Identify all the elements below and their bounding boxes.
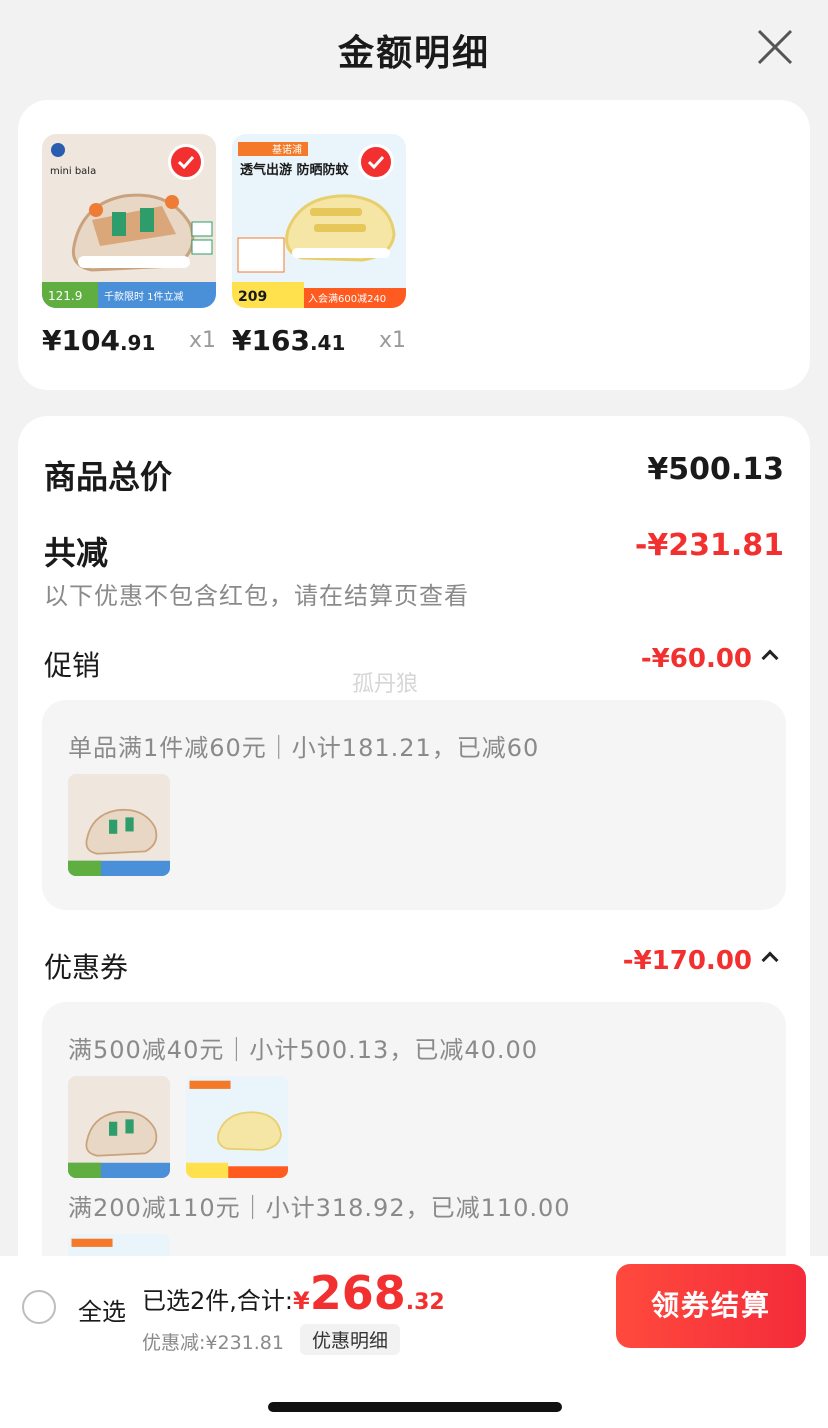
- product-price: ¥163.41: [232, 324, 346, 357]
- discount-detail-button[interactable]: 优惠明细: [300, 1324, 401, 1355]
- watermark: 孤丹狼: [352, 672, 419, 697]
- discount-total: 优惠减:¥231.81: [142, 1332, 284, 1354]
- coupon-rule: 满200减110元｜小计318.92，已减110.00: [68, 1194, 571, 1222]
- home-indicator[interactable]: [268, 1402, 562, 1412]
- product-qty: x1: [188, 328, 216, 353]
- selected-check-icon[interactable]: [358, 144, 394, 180]
- total-amount: 268: [309, 1266, 406, 1320]
- promotion-rule: 单品满1件减60元｜小计181.21，已减60: [68, 734, 540, 762]
- svg-text:入会满600减240: 入会满600减240: [308, 292, 386, 305]
- coupon-value: -¥170.00: [622, 946, 752, 976]
- total-label: 商品总价: [44, 458, 173, 496]
- safe-area: [0, 1356, 828, 1428]
- product-image: 121.9 千款限时 1件立减 mini bala: [42, 134, 216, 308]
- total-row: 商品总价 ¥500.13: [44, 452, 784, 496]
- product-image: 基诺浦 透气出游 防晒防蚊 209 入会满600减240: [232, 134, 406, 308]
- page-title: 金额明细: [337, 33, 490, 74]
- product-qty: x1: [378, 328, 406, 353]
- badge-price: 209: [238, 289, 267, 305]
- promotion-detail-box: 单品满1件减60元｜小计181.21，已减60: [42, 700, 786, 910]
- total-summary: 已选2件,合计:¥268.32: [142, 1266, 445, 1320]
- close-icon[interactable]: [756, 28, 794, 66]
- total-value: ¥500.13: [647, 452, 784, 487]
- checkout-bar: 全选 已选2件,合计:¥268.32 优惠减:¥231.81 优惠明细 领券结算: [0, 1256, 828, 1356]
- product-list-card: 121.9 千款限时 1件立减 mini bala ¥104.91 x1 基诺浦…: [18, 100, 810, 390]
- checkout-button[interactable]: 领券结算: [616, 1264, 806, 1348]
- discount-value: -¥231.81: [634, 528, 784, 563]
- discount-label: 共减: [44, 534, 109, 572]
- product-thumbnail: [186, 1076, 288, 1178]
- promotion-label: 促销: [44, 649, 101, 682]
- selected-count: 已选2件,合计:: [142, 1287, 293, 1315]
- product-item[interactable]: 基诺浦 透气出游 防晒防蚊 209 入会满600减240 ¥163.41 x1: [232, 134, 406, 357]
- product-thumbnail: [68, 774, 170, 876]
- product-item[interactable]: 121.9 千款限时 1件立减 mini bala ¥104.91 x1: [42, 134, 216, 357]
- select-all-label[interactable]: 全选: [78, 1292, 126, 1327]
- price-detail-card: 商品总价 ¥500.13 共减 -¥231.81 以下优惠不包含红包，请在结算页…: [18, 416, 810, 1316]
- product-price: ¥104.91: [42, 324, 156, 357]
- modal-header: 金额明细: [0, 0, 828, 96]
- discount-note: 以下优惠不包含红包，请在结算页查看: [44, 582, 469, 610]
- coupon-rule: 满500减40元｜小计500.13，已减40.00: [68, 1036, 539, 1064]
- discount-row: 共减 -¥231.81: [44, 528, 784, 572]
- svg-text:基诺浦: 基诺浦: [272, 143, 302, 156]
- product-thumbnail: [68, 1076, 170, 1178]
- selected-check-icon[interactable]: [168, 144, 204, 180]
- select-all-radio[interactable]: [22, 1290, 56, 1324]
- coupon-row[interactable]: 优惠券 -¥170.00: [44, 946, 784, 984]
- svg-text:mini bala: mini bala: [50, 166, 96, 177]
- badge-price: 121.9: [48, 289, 82, 303]
- coupon-label: 优惠券: [44, 951, 129, 984]
- svg-text:透气出游 防晒防蚊: 透气出游 防晒防蚊: [240, 162, 350, 178]
- svg-text:千款限时 1件立减: 千款限时 1件立减: [104, 290, 184, 303]
